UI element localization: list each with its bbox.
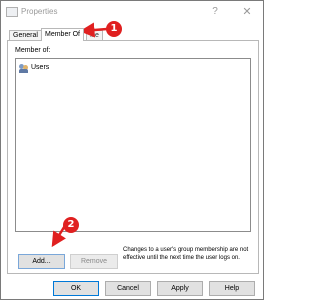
member-of-panel: Member of: Users Add... Remove Changes t… <box>7 40 259 274</box>
tab-member-of[interactable]: Member Of <box>41 28 85 41</box>
list-item-label: Users <box>31 64 50 71</box>
add-button[interactable]: Add... <box>18 254 65 269</box>
member-of-label: Member of: <box>15 47 51 54</box>
properties-window: Properties ? ✕ General Member Of file Me… <box>0 0 264 300</box>
ok-button[interactable]: OK <box>53 281 99 296</box>
title-help-button[interactable]: ? <box>207 4 223 20</box>
window-title: Properties <box>21 7 58 16</box>
title-bar: Properties ? ✕ <box>1 1 263 23</box>
member-of-list[interactable]: Users <box>15 58 251 232</box>
users-group-icon <box>19 64 29 73</box>
cancel-button[interactable]: Cancel <box>105 281 151 296</box>
remove-button[interactable]: Remove <box>70 254 118 269</box>
annotation-badge-2: 2 <box>63 217 79 233</box>
window-icon <box>6 7 18 17</box>
help-button[interactable]: Help <box>209 281 255 296</box>
apply-button[interactable]: Apply <box>157 281 203 296</box>
membership-note: Changes to a user's group membership are… <box>123 247 249 261</box>
close-button[interactable]: ✕ <box>239 4 255 20</box>
annotation-badge-1: 1 <box>106 21 122 37</box>
